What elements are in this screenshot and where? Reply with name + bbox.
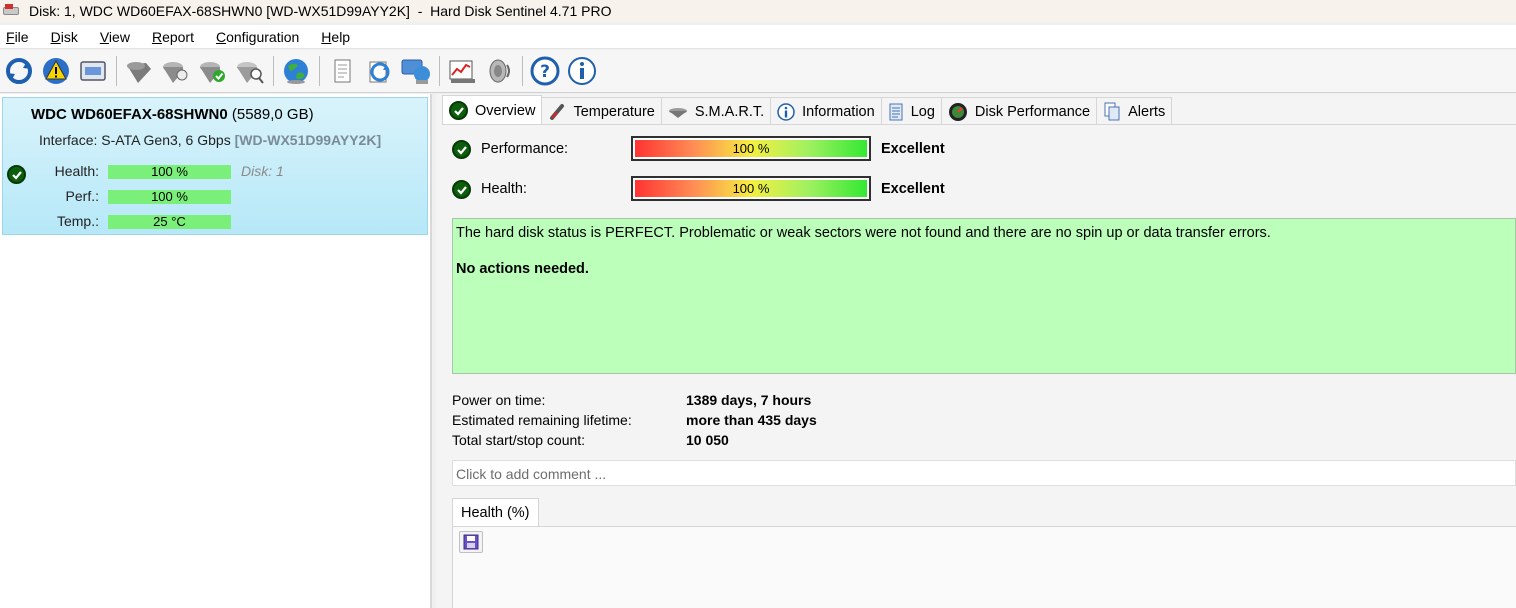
toolbar-separator [319, 56, 320, 86]
report-icon[interactable] [326, 55, 358, 87]
disk-number: Disk: 1 [241, 163, 284, 179]
perf-mini-bar: 100 % [108, 190, 231, 204]
perf-label: Perf.: [65, 188, 99, 204]
health-chart-body [452, 526, 1516, 608]
disk-test-icon[interactable] [123, 55, 155, 87]
performance-label: Performance: [481, 141, 569, 157]
status-text: The hard disk status is PERFECT. Problem… [456, 225, 1271, 241]
disk-interface: Interface: S-ATA Gen3, 6 Gbps [WD-WX51D9… [39, 132, 382, 148]
info-row-start-stop: Total start/stop count: 10 050 [452, 432, 729, 448]
log-icon [888, 103, 904, 121]
acoustic-icon[interactable] [483, 55, 515, 87]
send-report-icon[interactable] [363, 55, 395, 87]
disk-serial: [WD-WX51D99AYY2K] [234, 132, 382, 148]
performance-bar-fill: 100 % [635, 140, 867, 157]
info-icon[interactable] [566, 55, 598, 87]
menu-file[interactable]: File [0, 29, 35, 45]
disk-card[interactable]: WDC WD60EFAX-68SHWN0 (5589,0 GB) Interfa… [2, 97, 428, 235]
app-logo-icon [3, 4, 21, 18]
window-title: Disk: 1, WDC WD60EFAX-68SHWN0 [WD-WX51D9… [29, 3, 612, 19]
save-icon[interactable] [459, 531, 483, 553]
action-text: No actions needed. [456, 261, 589, 277]
disk-ok-icon[interactable] [197, 55, 229, 87]
disk-capacity: (5589,0 GB) [231, 106, 314, 123]
health-label: Health: [54, 163, 99, 179]
info-icon [777, 102, 795, 121]
toolbar: ? [0, 50, 1516, 93]
menu-configuration[interactable]: Configuration [210, 29, 305, 45]
tab-smart[interactable]: S.M.A.R.T. [660, 97, 772, 125]
check-icon [449, 101, 468, 120]
status-message-box: The hard disk status is PERFECT. Problem… [452, 218, 1516, 374]
smart-icon [668, 105, 688, 119]
performance-ok-icon [452, 140, 471, 159]
alerts-icon [1103, 102, 1121, 122]
details-panel: Overview Temperature S.M.A.R.T. Informat… [436, 94, 1516, 608]
tab-disk-performance[interactable]: Disk Performance [940, 97, 1098, 125]
temp-label: Temp.: [56, 213, 99, 229]
disk-details-icon[interactable] [77, 55, 109, 87]
tab-health-percent[interactable]: Health (%) [452, 498, 539, 526]
temp-mini-bar: 25 °C [108, 215, 231, 229]
toolbar-separator [116, 56, 117, 86]
menu-help[interactable]: Help [315, 29, 356, 45]
health-bar-fill: 100 % [635, 180, 867, 197]
svg-text:?: ? [540, 62, 550, 82]
refresh-icon[interactable] [3, 55, 35, 87]
tab-overview[interactable]: Overview [442, 95, 543, 125]
menu-disk[interactable]: Disk [45, 29, 84, 45]
thermometer-icon [548, 103, 566, 121]
tab-alerts[interactable]: Alerts [1096, 97, 1173, 125]
tab-bar: Overview Temperature S.M.A.R.T. Informat… [442, 95, 1173, 125]
title-bar: Disk: 1, WDC WD60EFAX-68SHWN0 [WD-WX51D9… [0, 0, 1516, 22]
health-ok-icon [452, 180, 471, 199]
toolbar-separator [522, 56, 523, 86]
tab-temperature[interactable]: Temperature [541, 97, 662, 125]
menu-report[interactable]: Report [146, 29, 200, 45]
performance-bar: 100 % [631, 136, 871, 161]
menu-view[interactable]: View [94, 29, 136, 45]
toolbar-separator [439, 56, 440, 86]
toolbar-separator [273, 56, 274, 86]
disk-search-icon[interactable] [234, 55, 266, 87]
surface-test-icon[interactable] [160, 55, 192, 87]
info-row-power-on: Power on time: 1389 days, 7 hours [452, 392, 812, 408]
disk-info-grid: Power on time: 1389 days, 7 hours Estimat… [452, 390, 817, 450]
health-label: Health: [481, 181, 527, 197]
menu-bar: File Disk View Report Configuration Help [0, 25, 1516, 49]
info-row-remaining-lifetime: Estimated remaining lifetime: more than 4… [452, 412, 817, 428]
help-icon[interactable]: ? [529, 55, 561, 87]
performance-chart-icon[interactable] [446, 55, 478, 87]
performance-rating: Excellent [881, 141, 945, 157]
disk-model: WDC WD60EFAX-68SHWN0 (5589,0 GB) [31, 106, 314, 123]
tab-divider [442, 124, 1516, 125]
health-bar: 100 % [631, 176, 871, 201]
alert-icon[interactable] [40, 55, 72, 87]
tab-log[interactable]: Log [880, 97, 942, 125]
health-chart-area: Health (%) [452, 498, 1516, 608]
tab-information[interactable]: Information [770, 97, 882, 125]
health-rating: Excellent [881, 181, 945, 197]
health-mini-bar: 100 % [108, 165, 231, 179]
comment-input[interactable]: Click to add comment ... [452, 460, 1516, 486]
disk-list-panel: WDC WD60EFAX-68SHWN0 (5589,0 GB) Interfa… [0, 94, 432, 608]
network-icon[interactable] [400, 55, 432, 87]
globe-icon[interactable] [280, 55, 312, 87]
speedometer-icon [948, 102, 968, 122]
